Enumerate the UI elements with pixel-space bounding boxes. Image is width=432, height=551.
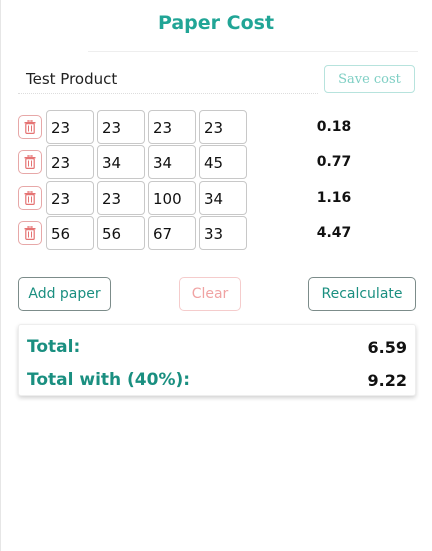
header-divider [88,51,418,52]
trash-icon [24,226,36,240]
paper-row: 56 56 67 33 4.47 [18,216,416,250]
page-title: Paper Cost [157,12,275,34]
save-cost-button[interactable]: Save cost [324,65,415,93]
delete-row-button[interactable] [18,115,42,139]
total-value: 6.59 [367,338,407,357]
weight-input[interactable]: 34 [148,145,196,179]
price-input[interactable]: 23 [199,110,247,144]
left-border [0,0,1,551]
trash-icon [24,120,36,134]
height-input[interactable]: 34 [97,145,145,179]
weight-input[interactable]: 67 [148,216,196,250]
weight-input[interactable]: 100 [148,181,196,215]
height-input[interactable]: 23 [97,181,145,215]
width-input[interactable]: 23 [46,145,94,179]
weight-input[interactable]: 23 [148,110,196,144]
product-underline [18,93,318,95]
price-input[interactable]: 33 [199,216,247,250]
height-input[interactable]: 23 [97,110,145,144]
header: Paper Cost [0,0,432,52]
totals-card: Total: 6.59 Total with (40%): 9.22 [18,324,416,396]
delete-row-button[interactable] [18,186,42,210]
width-input[interactable]: 23 [46,181,94,215]
paper-row: 23 34 34 45 0.77 [18,145,416,179]
price-input[interactable]: 45 [199,145,247,179]
delete-row-button[interactable] [18,150,42,174]
total-label: Total: [27,337,81,357]
row-cost: 1.16 [316,190,352,206]
height-input[interactable]: 56 [97,216,145,250]
recalculate-button[interactable]: Recalculate [308,277,416,311]
add-paper-button[interactable]: Add paper [18,277,111,311]
total-with-markup-value: 9.22 [367,371,407,390]
row-cost: 0.77 [316,154,352,170]
paper-row: 23 23 23 23 0.18 [18,110,416,144]
product-row: Test Product Save cost [18,62,416,94]
width-input[interactable]: 56 [46,216,94,250]
paper-row: 23 23 100 34 1.16 [18,181,416,215]
row-cost: 4.47 [316,225,352,241]
row-cost: 0.18 [316,119,352,135]
clear-button[interactable]: Clear [179,277,241,311]
trash-icon [24,191,36,205]
delete-row-button[interactable] [18,221,42,245]
price-input[interactable]: 34 [199,181,247,215]
total-with-markup-label: Total with (40%): [27,370,191,390]
trash-icon [24,155,36,169]
product-name-field[interactable]: Test Product [26,70,117,88]
width-input[interactable]: 23 [46,110,94,144]
